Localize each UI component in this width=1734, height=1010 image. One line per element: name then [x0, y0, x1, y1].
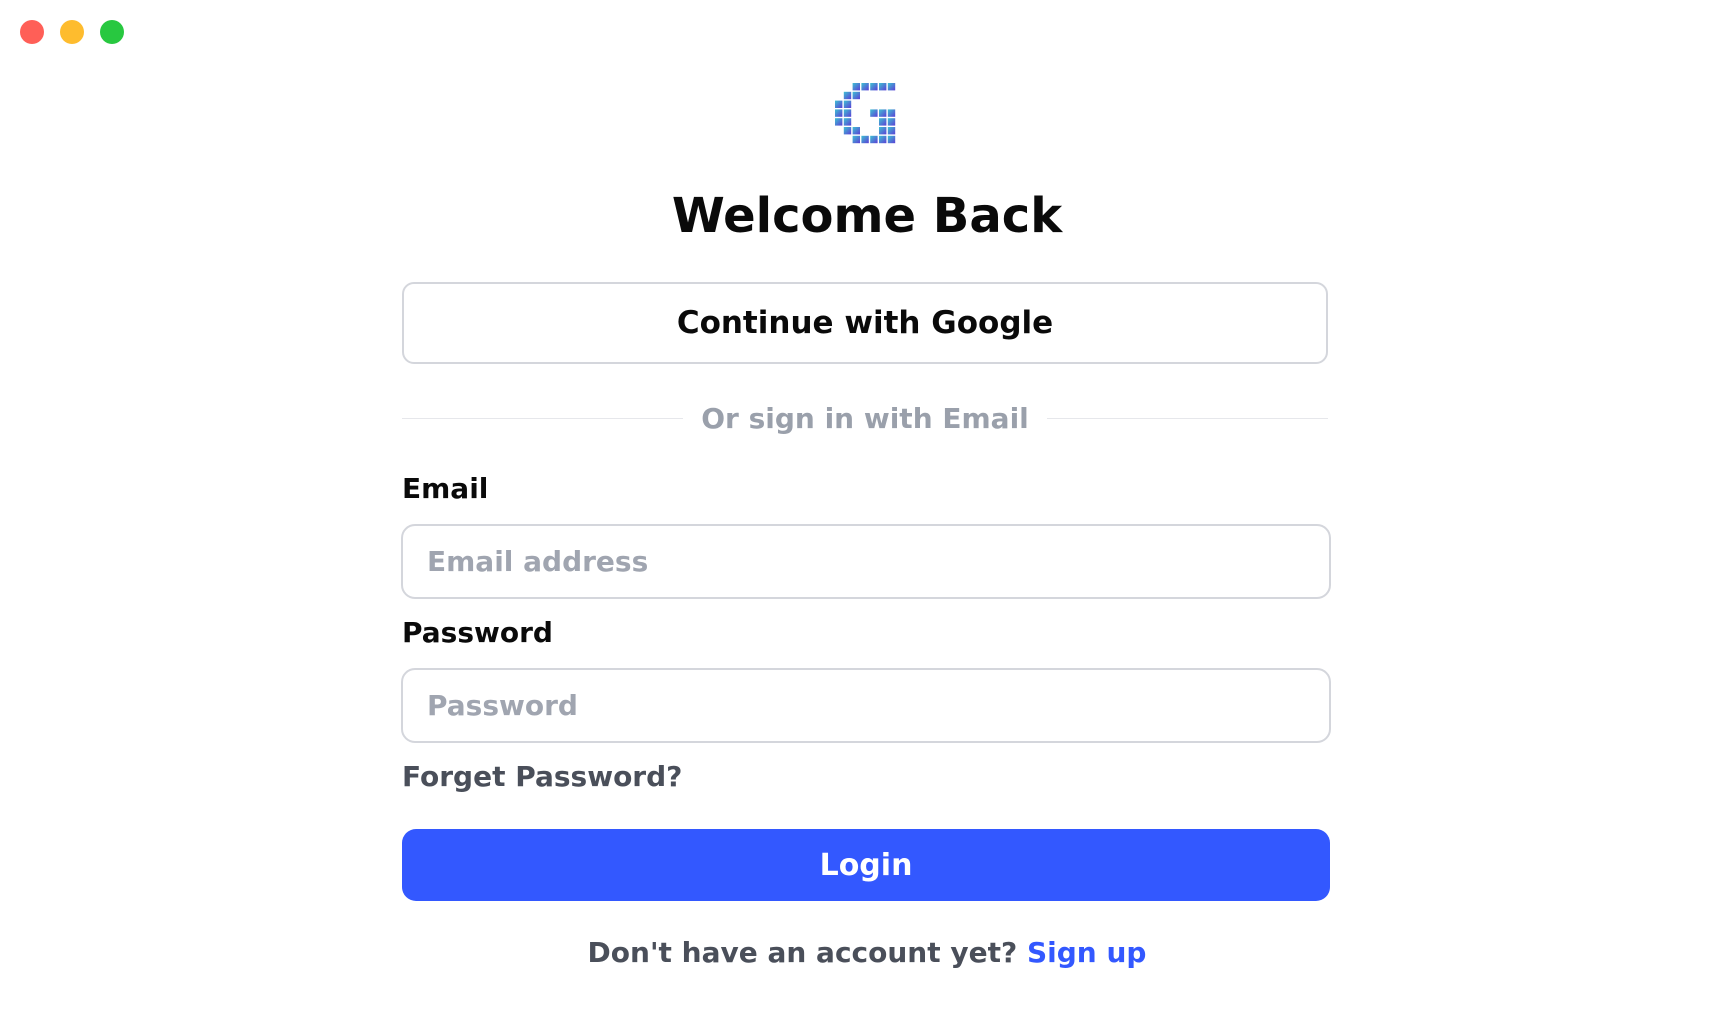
- logo-pixel: [843, 127, 852, 135]
- logo-pixel: [852, 91, 860, 100]
- email-input[interactable]: [401, 524, 1331, 599]
- logo-pixel: [870, 135, 878, 144]
- logo-pixel: [870, 83, 878, 91]
- logo-pixel: [887, 83, 896, 91]
- logo-pixel: [852, 127, 860, 135]
- forgot-password-link[interactable]: Forget Password?: [402, 760, 682, 793]
- pixel-g-logo-icon: [835, 83, 896, 144]
- sign-in-divider: Or sign in with Email: [402, 398, 1328, 438]
- logo-pixel: [843, 118, 852, 126]
- logo-pixel: [879, 127, 887, 135]
- logo-pixel: [879, 135, 887, 144]
- password-input[interactable]: [401, 668, 1331, 743]
- continue-with-google-label: Continue with Google: [676, 305, 1054, 341]
- logo-pixel: [835, 118, 843, 126]
- divider-line-right: [1046, 417, 1328, 419]
- logo-pixel: [887, 109, 896, 117]
- logo-pixel: [843, 91, 852, 100]
- signup-prompt-text: Don't have an account yet?: [587, 936, 1018, 969]
- password-label: Password: [402, 616, 553, 649]
- login-window: Welcome Back Continue with Google Or sig…: [0, 0, 1734, 1010]
- email-label: Email: [402, 472, 489, 505]
- maximize-window-button[interactable]: [100, 20, 124, 44]
- logo-pixel: [887, 118, 896, 126]
- page-title: Welcome Back: [671, 188, 1063, 244]
- divider-line-left: [402, 417, 684, 419]
- logo-pixel: [887, 127, 896, 135]
- logo-pixel: [843, 100, 852, 108]
- logo-pixel: [861, 83, 869, 91]
- logo-pixel: [843, 109, 852, 117]
- sign-up-link[interactable]: Sign up: [1027, 936, 1146, 969]
- logo-pixel: [879, 109, 887, 117]
- window-controls: [20, 20, 124, 44]
- logo-pixel: [879, 83, 887, 91]
- logo-pixel: [879, 118, 887, 126]
- continue-with-google-button[interactable]: Continue with Google: [402, 282, 1328, 364]
- logo-pixel: [852, 135, 860, 144]
- login-button[interactable]: Login: [402, 829, 1330, 901]
- logo-pixel: [835, 100, 843, 108]
- signup-prompt: Don't have an account yet? Sign up: [0, 936, 1734, 969]
- logo-pixel: [861, 135, 869, 144]
- logo-pixel: [835, 109, 843, 117]
- logo-pixel: [852, 83, 860, 91]
- close-window-button[interactable]: [20, 20, 44, 44]
- divider-text: Or sign in with Email: [701, 401, 1029, 435]
- logo-pixel: [887, 135, 896, 144]
- minimize-window-button[interactable]: [60, 20, 84, 44]
- logo-pixel: [870, 109, 878, 117]
